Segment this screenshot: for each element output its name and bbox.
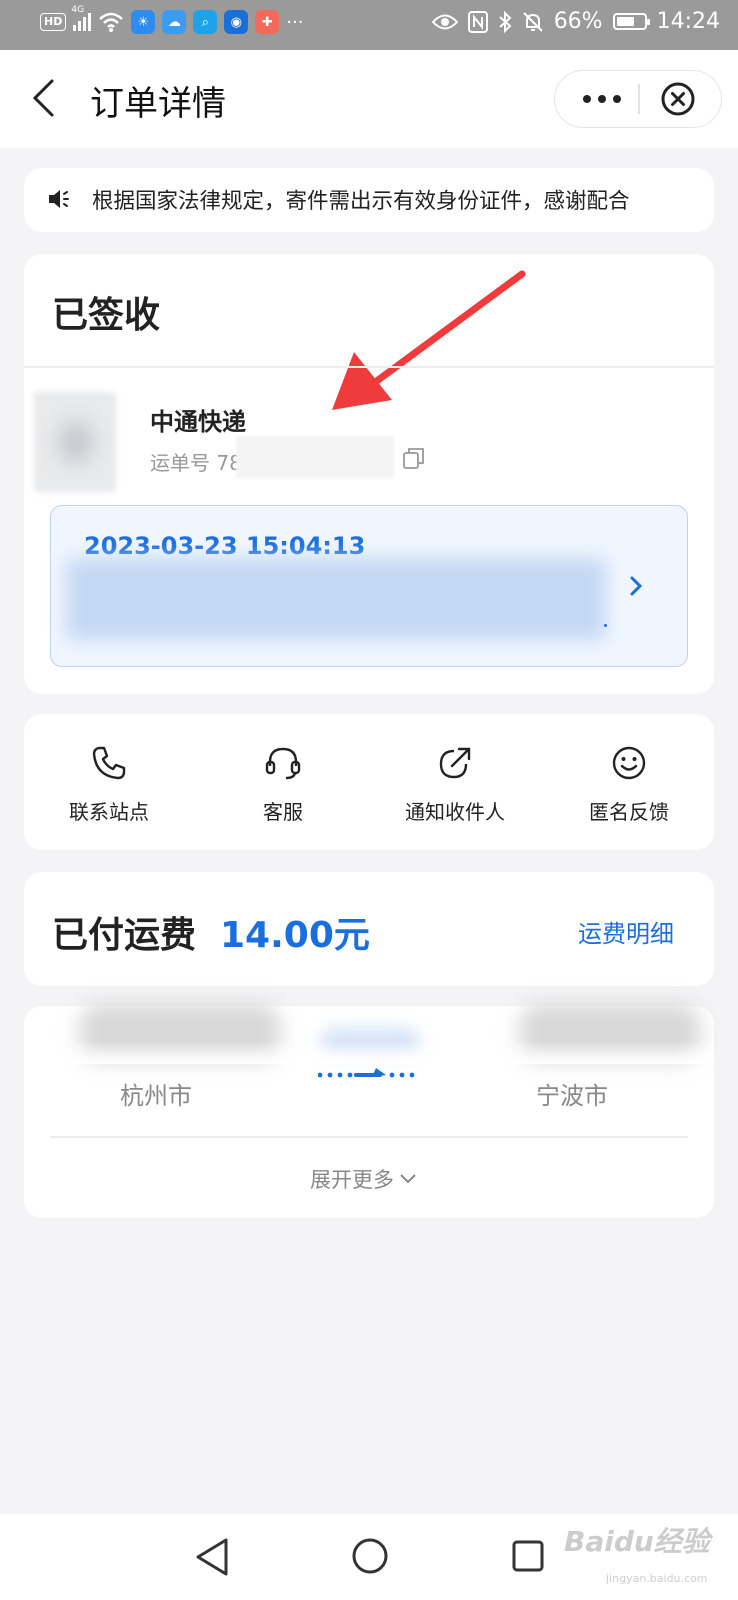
speaker-icon [49,190,69,208]
from-city: 杭州市 [120,1082,192,1110]
nfc-icon [467,10,488,33]
waybill-redaction [236,436,394,478]
clock: 14:24 [656,9,720,34]
action-label: 通知收件人 [405,800,505,824]
bluetooth-icon [499,10,512,33]
annotation-arrow [332,270,526,410]
expand-more-button[interactable]: 展开更多 [310,1164,418,1194]
nav-recent-icon[interactable] [510,1538,546,1574]
route-fade [24,1006,714,1064]
customer-service-button[interactable]: 客服 [208,744,358,825]
action-label: 客服 [263,800,303,824]
battery-percent: 66% [553,9,603,34]
nav-back-icon[interactable] [190,1532,236,1582]
robot-app-icon: ◉ [224,10,249,34]
watermark-url: jingyan.baidu.com [606,1572,708,1585]
to-city: 宁波市 [536,1082,608,1110]
more-dots-icon[interactable] [568,78,636,120]
courier-logo-mark [58,420,94,464]
copy-icon[interactable] [402,446,426,470]
action-label: 联系站点 [69,800,149,824]
close-circle-icon[interactable] [660,81,696,117]
nav-home-icon[interactable] [350,1536,390,1576]
tracking-time: 2023-03-23 15:04:13 [84,532,366,560]
weather-app-icon: ☀ [131,10,156,34]
divider [24,366,714,368]
courier-name: 中通快递 [150,408,246,436]
status-bar-right: 66% 14:24 [431,9,720,34]
battery-level [616,17,634,26]
expand-label: 展开更多 [310,1168,394,1192]
share-arrow-icon [439,747,471,779]
chevron-left-icon[interactable] [30,78,56,118]
tracking-detail-redacted [66,558,606,640]
action-label: 匿名反馈 [589,800,669,824]
order-status: 已签收 [52,295,161,336]
notice-text: 根据国家法律规定，寄件需出示有效身份证件，感谢配合 [92,189,630,214]
search-app-icon: ⌕ [193,10,218,34]
signal-label: 4G [71,5,85,15]
hd-icon: HD [40,13,67,31]
chevron-right-icon[interactable] [628,574,644,598]
phone-icon [92,746,126,780]
page-title: 订单详情 [90,84,226,124]
notify-recipient-button[interactable]: 通知收件人 [380,744,530,825]
fee-label: 已付运费 [52,915,197,956]
wifi-icon [99,12,124,32]
status-bar: HD 4G ☀ ☁ ⌕ ◉ ✚ ··· 66% 14:24 [0,0,738,50]
fee-amount: 14.00元 [220,915,370,956]
baidu-watermark: Baidu经验 [564,1525,710,1558]
smile-icon [612,746,646,780]
chevron-down-icon [400,1174,416,1184]
battery-icon [612,13,650,30]
capsule-divider [638,84,640,114]
tracking-dot [604,624,607,627]
cloud-app-icon: ☁ [162,10,187,34]
fee-detail-link[interactable]: 运费明细 [578,914,674,949]
divider [50,1136,688,1138]
contact-station-button[interactable]: 联系站点 [34,744,184,825]
mute-icon [522,11,543,32]
status-bar-left: HD 4G ☀ ☁ ⌕ ◉ ✚ ··· [40,5,304,34]
anonymous-feedback-button[interactable]: 匿名反馈 [554,744,704,825]
signal-icon: 4G [71,5,92,31]
tools-app-icon: ✚ [255,10,280,34]
route-arrow-icon [318,1068,415,1078]
more-status-icon: ··· [286,11,304,33]
headset-icon [265,747,301,780]
waybill-number: 运单号 78 [150,451,242,475]
eye-icon [431,14,458,29]
